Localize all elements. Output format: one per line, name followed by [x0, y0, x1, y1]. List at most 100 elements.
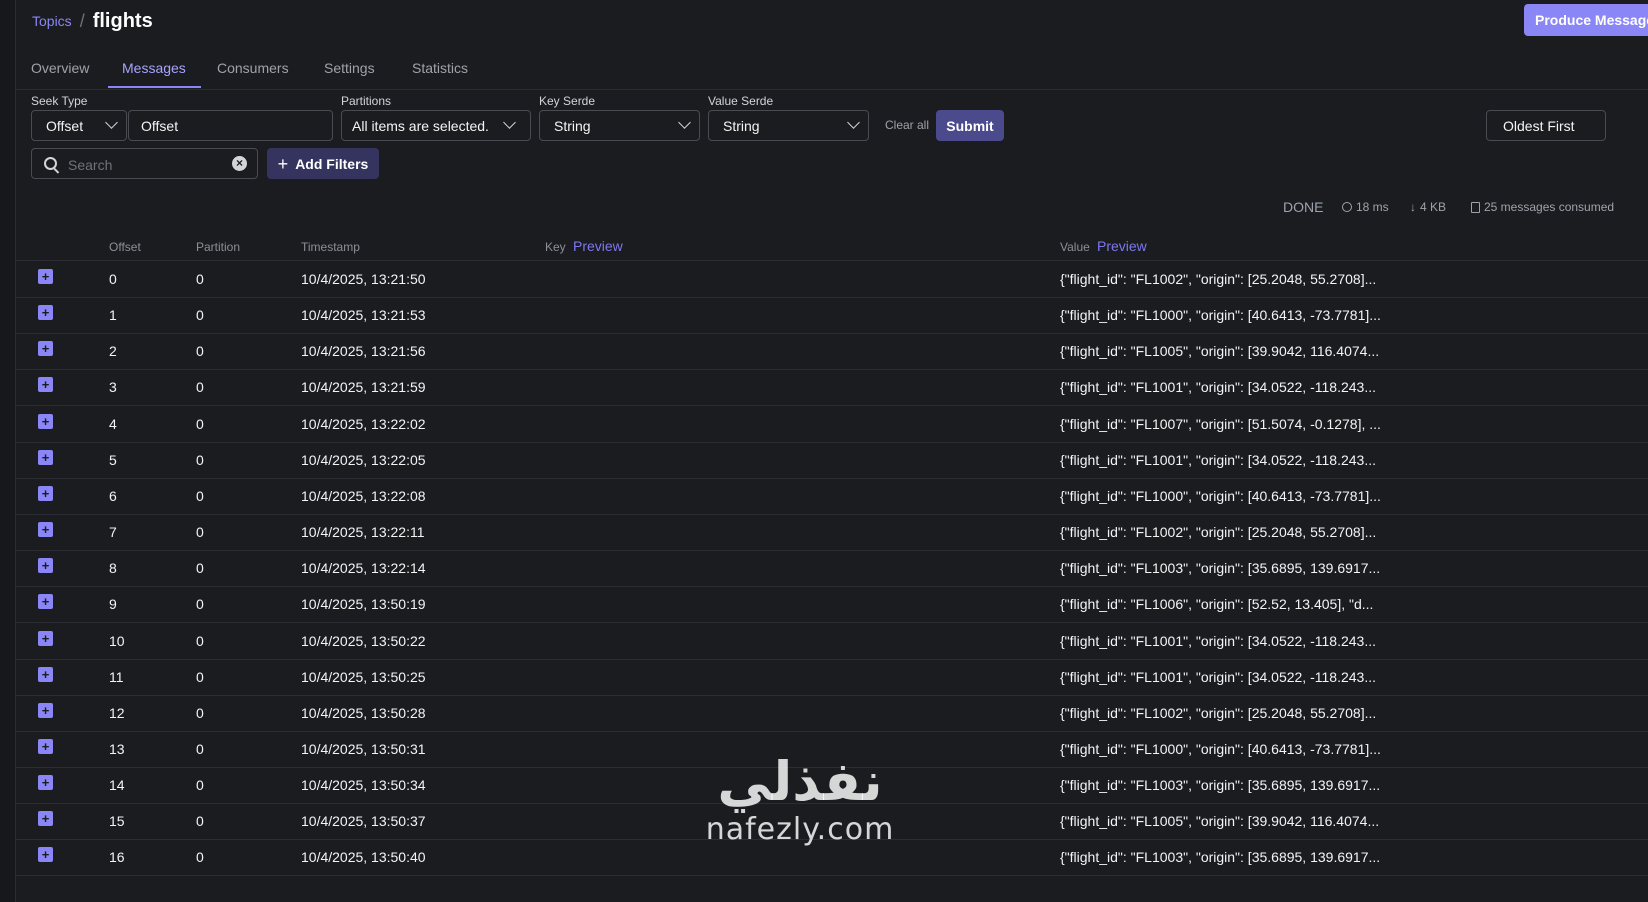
table-row[interactable]: +4 0 10/4/2025, 13:22:02 {"flight_id": "FL1… — [16, 406, 1648, 443]
cell-timestamp: 10/4/2025, 13:22:14 — [301, 560, 426, 577]
expand-row-icon[interactable]: + — [38, 522, 53, 538]
sort-order-value: Oldest First — [1503, 117, 1575, 134]
table-row[interactable]: +2 0 10/4/2025, 13:21:56 {"flight_id": "FL1… — [16, 333, 1648, 371]
value-preview-link[interactable]: Preview — [1097, 238, 1147, 254]
plus-icon: + — [277, 153, 289, 174]
cell-timestamp: 10/4/2025, 13:22:02 — [301, 415, 426, 432]
cell-value[interactable]: {"flight_id": "FL1005", "origin": [39.90… — [1060, 813, 1379, 829]
clear-search-icon[interactable]: × — [232, 156, 247, 171]
cell-value[interactable]: {"flight_id": "FL1003", "origin": [35.68… — [1060, 777, 1380, 793]
breadcrumb-separator: / — [79, 10, 85, 31]
expand-row-icon[interactable]: + — [38, 775, 53, 791]
cell-value[interactable]: {"flight_id": "FL1006", "origin": [52.52… — [1060, 596, 1373, 612]
expand-row-icon[interactable]: + — [38, 738, 53, 754]
table-row[interactable]: +5 0 10/4/2025, 13:22:05 {"flight_id": "FL1… — [16, 442, 1648, 479]
key-preview-link[interactable]: Preview — [573, 238, 623, 254]
cell-value[interactable]: {"flight_id": "FL1000", "origin": [40.64… — [1060, 741, 1381, 757]
cell-offset: 11 — [109, 668, 124, 685]
partitions-value: All items are selected. — [352, 117, 489, 134]
expand-row-icon[interactable]: + — [38, 485, 53, 501]
cell-value[interactable]: {"flight_id": "FL1001", "origin": [34.05… — [1060, 379, 1376, 395]
expand-row-icon[interactable]: + — [38, 702, 53, 718]
cell-value[interactable]: {"flight_id": "FL1001", "origin": [34.05… — [1060, 669, 1376, 685]
clear-all-button[interactable]: Clear all — [885, 118, 929, 132]
expand-row-icon[interactable]: + — [38, 811, 53, 827]
expand-row-icon[interactable]: + — [38, 305, 53, 321]
cell-value[interactable]: {"flight_id": "FL1007", "origin": [51.50… — [1060, 416, 1381, 432]
value-serde-select[interactable]: String — [708, 110, 869, 141]
table-row[interactable]: +10 0 10/4/2025, 13:50:22 {"flight_id": "FL… — [16, 623, 1648, 660]
table-row[interactable]: +6 0 10/4/2025, 13:22:08 {"flight_id": "FL1… — [16, 478, 1648, 515]
column-timestamp: Timestamp — [301, 240, 360, 254]
expand-row-icon[interactable]: + — [38, 269, 53, 284]
cell-value[interactable]: {"flight_id": "FL1003", "origin": [35.68… — [1060, 849, 1380, 865]
seek-type-select[interactable]: Offset — [31, 110, 127, 141]
cell-offset: 7 — [109, 524, 117, 541]
cell-value[interactable]: {"flight_id": "FL1000", "origin": [40.64… — [1060, 307, 1381, 323]
tab-consumers[interactable]: Consumers — [217, 52, 289, 88]
cell-partition: 0 — [196, 668, 204, 685]
key-serde-label: Key Serde — [539, 94, 596, 108]
cell-partition: 0 — [196, 560, 204, 577]
search-input[interactable] — [66, 154, 220, 176]
key-serde-select[interactable]: String — [539, 110, 700, 141]
cell-partition: 0 — [196, 307, 204, 324]
expand-row-icon[interactable]: + — [38, 666, 53, 682]
tab-overview[interactable]: Overview — [31, 52, 89, 88]
topic-messages-page: Topics / flights Produce Message Overvie… — [16, 0, 1648, 902]
cell-timestamp: 10/4/2025, 13:50:25 — [301, 668, 426, 685]
produce-message-button[interactable]: Produce Message — [1524, 4, 1648, 36]
expand-row-icon[interactable]: + — [38, 558, 53, 574]
table-row[interactable]: +1 0 10/4/2025, 13:21:53 {"flight_id": "FL1… — [16, 297, 1648, 335]
cell-offset: 13 — [109, 740, 125, 757]
cell-value[interactable]: {"flight_id": "FL1000", "origin": [40.64… — [1060, 488, 1381, 504]
table-row[interactable]: +8 0 10/4/2025, 13:22:14 {"flight_id": "FL1… — [16, 550, 1648, 588]
expand-row-icon[interactable]: + — [38, 449, 53, 465]
cell-partition: 0 — [196, 704, 204, 721]
cell-offset: 0 — [109, 271, 117, 287]
cell-value[interactable]: {"flight_id": "FL1003", "origin": [35.68… — [1060, 560, 1380, 576]
tab-settings[interactable]: Settings — [324, 52, 375, 88]
tab-statistics[interactable]: Statistics — [412, 52, 468, 88]
cell-partition: 0 — [196, 596, 204, 613]
cell-value[interactable]: {"flight_id": "FL1001", "origin": [34.05… — [1060, 452, 1376, 468]
cell-value[interactable]: {"flight_id": "FL1001", "origin": [34.05… — [1060, 633, 1376, 649]
table-row[interactable]: +3 0 10/4/2025, 13:21:59 {"flight_id": "FL1… — [16, 369, 1648, 407]
sort-order-select[interactable]: Oldest First — [1486, 110, 1606, 141]
expand-row-icon[interactable]: + — [38, 594, 53, 610]
chevron-down-icon — [503, 116, 516, 129]
breadcrumb-topics-link[interactable]: Topics — [32, 13, 72, 29]
table-row[interactable]: +12 0 10/4/2025, 13:50:28 {"flight_id": "FL… — [16, 695, 1648, 732]
column-key: Key — [545, 240, 566, 254]
expand-row-icon[interactable]: + — [38, 847, 53, 863]
add-filters-button[interactable]: + Add Filters — [267, 148, 379, 179]
cell-timestamp: 10/4/2025, 13:50:28 — [301, 704, 426, 721]
left-sidebar-edge — [0, 0, 16, 902]
table-row[interactable]: +7 0 10/4/2025, 13:22:11 {"flight_id": "FL1… — [16, 514, 1648, 552]
offset-input-value: Offset — [141, 117, 179, 134]
table-row[interactable]: +0 0 10/4/2025, 13:21:50 {"flight_id": "FL1… — [16, 261, 1648, 298]
offset-input[interactable]: Offset — [128, 110, 333, 141]
cell-timestamp: 10/4/2025, 13:50:34 — [301, 777, 426, 794]
expand-row-icon[interactable]: + — [38, 630, 53, 646]
expand-row-icon[interactable]: + — [38, 341, 53, 357]
expand-row-icon[interactable]: + — [38, 413, 53, 429]
key-serde-value: String — [554, 117, 591, 134]
active-tab-indicator — [108, 86, 201, 88]
table-row[interactable]: +11 0 10/4/2025, 13:50:25 {"flight_id": "FL… — [16, 659, 1648, 696]
add-filters-label: Add Filters — [295, 155, 369, 172]
search-box: × — [31, 148, 258, 179]
page-title: flights — [92, 9, 153, 32]
cell-value[interactable]: {"flight_id": "FL1002", "origin": [25.20… — [1060, 524, 1376, 540]
cell-value[interactable]: {"flight_id": "FL1005", "origin": [39.90… — [1060, 343, 1379, 359]
cell-value[interactable]: {"flight_id": "FL1002", "origin": [25.20… — [1060, 705, 1376, 721]
value-serde-value: String — [723, 117, 760, 134]
cell-value[interactable]: {"flight_id": "FL1002", "origin": [25.20… — [1060, 271, 1376, 287]
table-row[interactable]: +9 0 10/4/2025, 13:50:19 {"flight_id": "FL1… — [16, 586, 1648, 624]
submit-button[interactable]: Submit — [936, 110, 1004, 141]
breadcrumb: Topics / flights — [32, 6, 153, 36]
tab-messages[interactable]: Messages — [122, 52, 186, 88]
seek-type-value: Offset — [46, 117, 84, 134]
partitions-select[interactable]: All items are selected. — [341, 110, 531, 141]
expand-row-icon[interactable]: + — [38, 377, 53, 393]
